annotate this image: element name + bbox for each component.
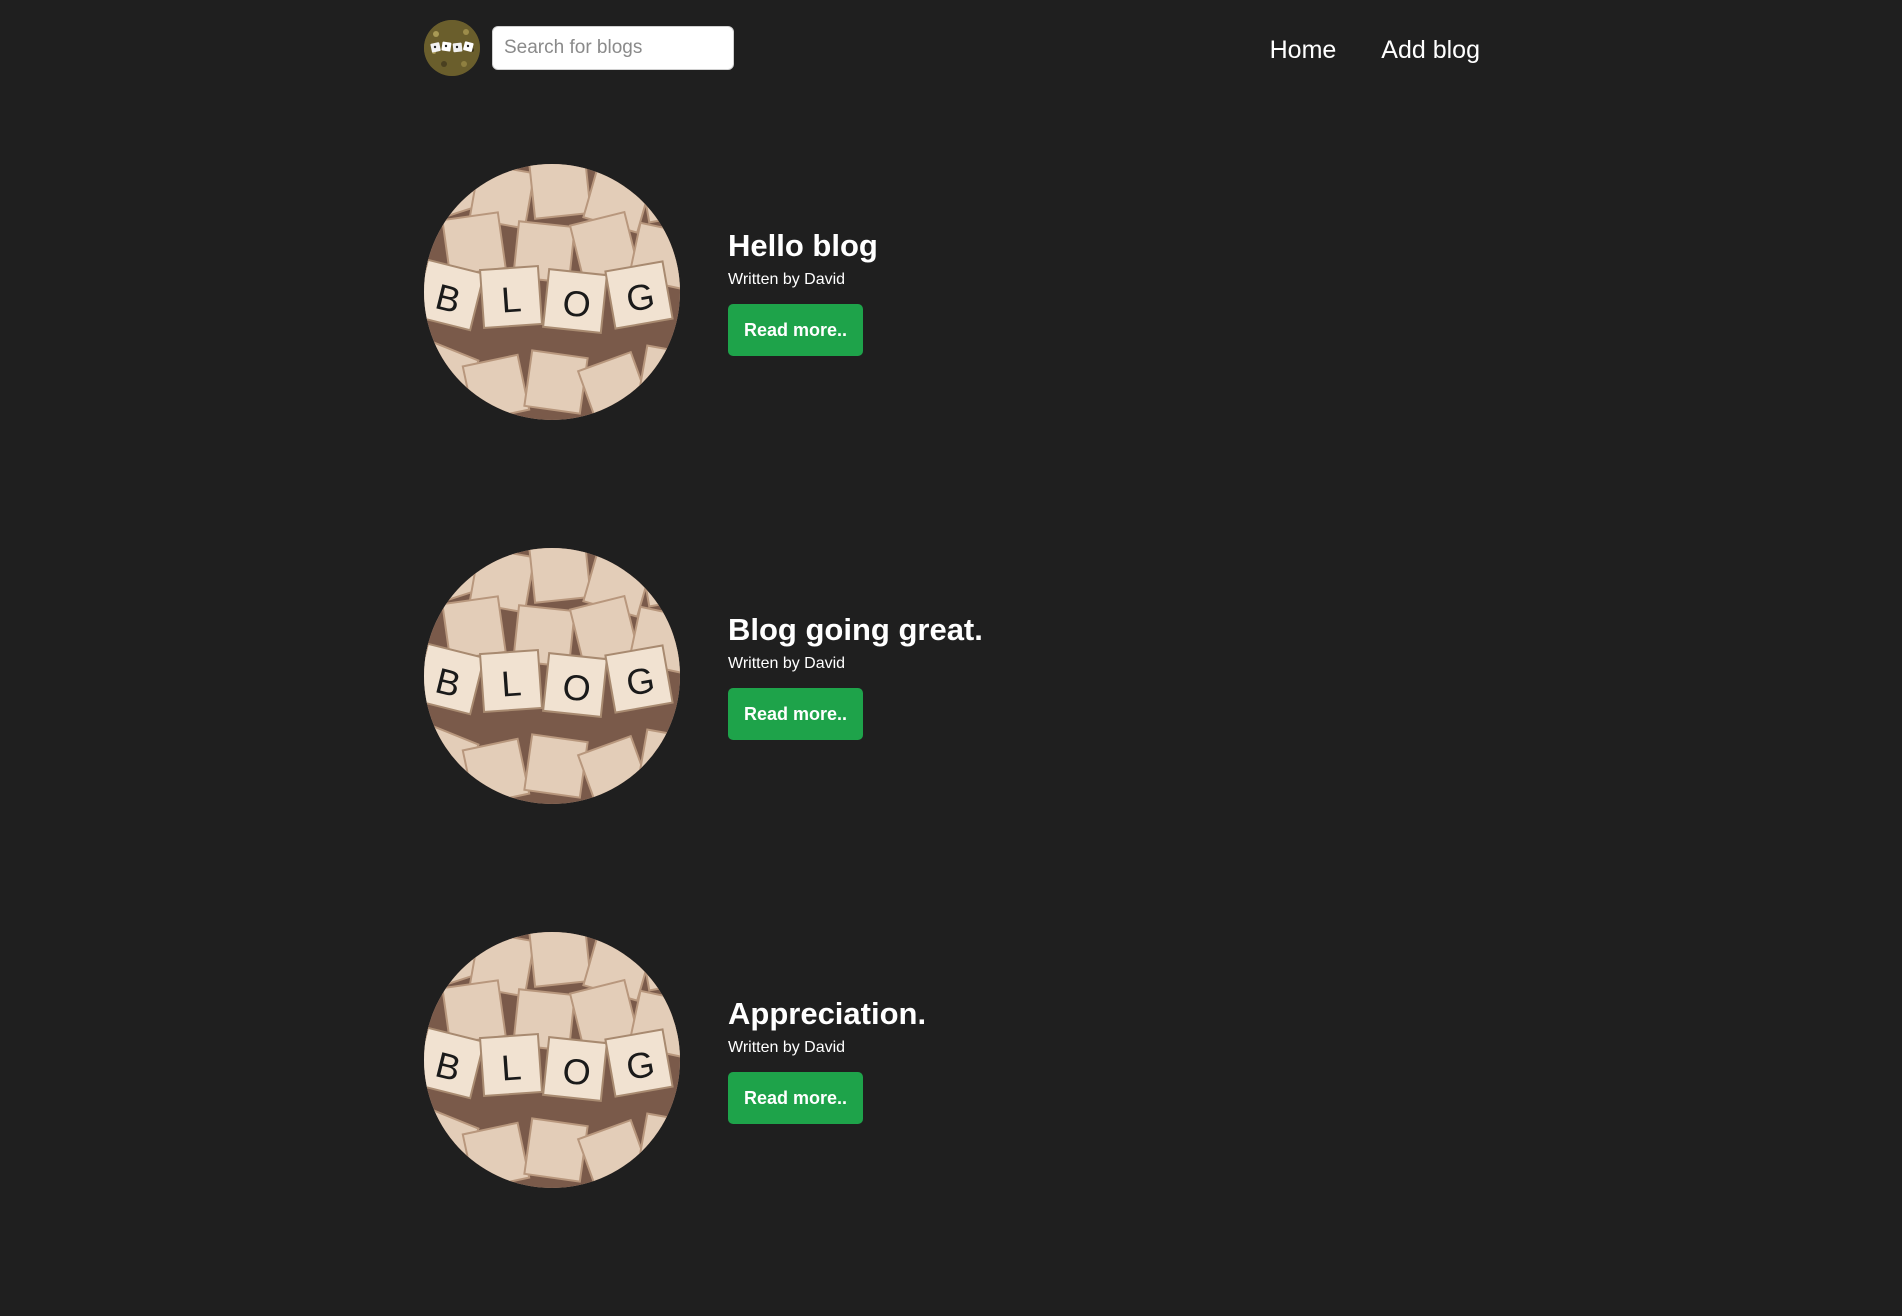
tile-letter: L [500,662,523,704]
tile-letter: O [561,666,593,710]
blog-post-card: B L O G Appreciation. Written by David R… [424,932,1478,1316]
blog-post-author: Written by David [728,655,846,672]
blog-thumbnail-image: B L O G [424,548,680,804]
blog-logo-icon[interactable] [424,20,480,76]
blog-post-list: B L O G Hello blog Written by David Read… [424,164,1478,1316]
blog-post-card: B L O G Blog going great. Written by Dav… [424,548,1478,932]
blog-post-info: Appreciation. Written by David Read more… [728,994,926,1124]
nav-home-link[interactable]: Home [1270,34,1337,66]
blog-post-author: Written by David [728,271,846,288]
search-input[interactable] [492,26,734,70]
blog-thumbnail-image: B L O G [424,164,680,420]
blog-post-author: Written by David [728,1039,846,1056]
blog-post-info: Blog going great. Written by David Read … [728,610,983,740]
nav-add-blog-link[interactable]: Add blog [1381,34,1480,66]
read-more-button[interactable]: Read more.. [728,304,864,356]
blog-post-title[interactable]: Appreciation. [728,994,926,1034]
navbar: Home Add blog [0,0,1902,98]
read-more-button[interactable]: Read more.. [728,688,864,740]
blog-post-card: B L O G Hello blog Written by David Read… [424,164,1478,548]
tile-letter: O [561,282,593,326]
tile-letter: O [561,1050,593,1094]
blog-post-title[interactable]: Hello blog [728,226,878,266]
blog-thumbnail-image: B L O G [424,932,680,1188]
tile-letter: L [500,1046,523,1088]
blog-post-info: Hello blog Written by David Read more.. [728,226,878,356]
blog-post-title[interactable]: Blog going great. [728,610,983,650]
tile-letter: L [500,278,523,320]
nav-links: Home Add blog [1270,34,1480,66]
